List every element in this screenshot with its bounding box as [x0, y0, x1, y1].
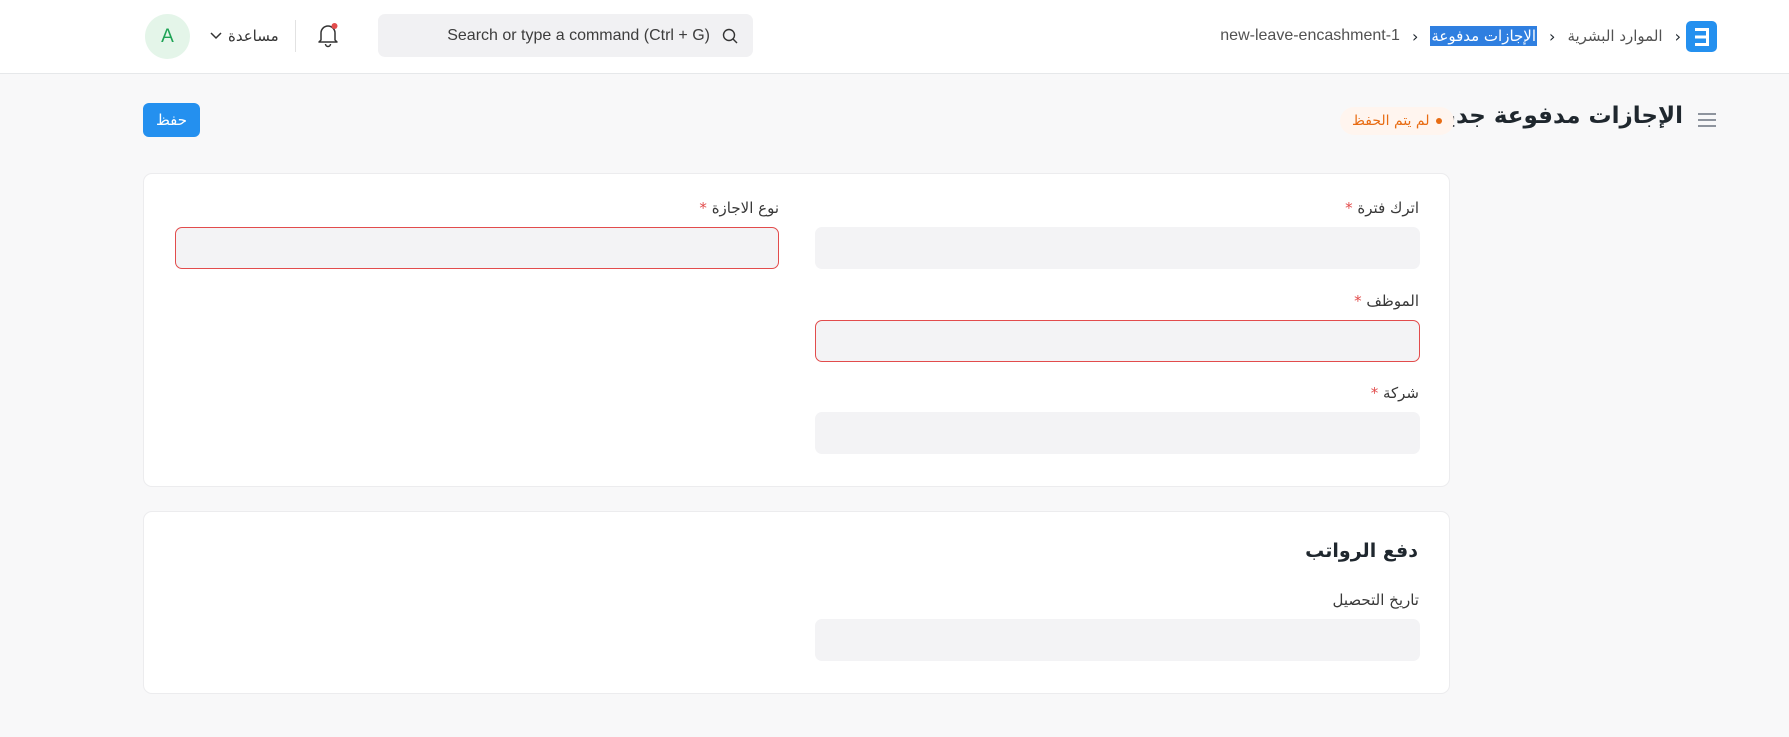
- search-icon: [722, 28, 738, 43]
- sidebar-toggle-icon[interactable]: [1697, 110, 1717, 130]
- status-badge: لم يتم الحفظ: [1340, 107, 1454, 135]
- leave-type-label: نوع الاجازة *: [699, 199, 779, 217]
- chevron-icon: ›: [1549, 26, 1556, 46]
- search-bar[interactable]: Search or type a command (Ctrl + G): [378, 14, 753, 57]
- page-title: الإجازات مدفوعة جديد: [1434, 103, 1683, 129]
- employee-label: الموظف *: [1354, 292, 1419, 310]
- app-logo[interactable]: [1686, 21, 1717, 52]
- help-dropdown[interactable]: مساعدة: [210, 23, 279, 49]
- logo-icon: [1694, 27, 1709, 46]
- leave-period-input[interactable]: [815, 227, 1420, 269]
- encashment-date-label: تاريخ التحصيل: [1332, 591, 1419, 609]
- company-label: شركة *: [1370, 384, 1419, 402]
- navbar: › الموارد البشرية › الإجازات مدفوعة › ne…: [0, 0, 1789, 74]
- company-input[interactable]: [815, 412, 1420, 454]
- leave-type-input[interactable]: [175, 227, 779, 269]
- payroll-section: دفع الرواتب تاريخ التحصيل: [143, 511, 1450, 694]
- avatar[interactable]: A: [145, 14, 190, 59]
- search-input[interactable]: Search or type a command (Ctrl + G): [447, 27, 710, 45]
- help-label: مساعدة: [228, 27, 279, 45]
- notification-bell-icon[interactable]: [316, 22, 340, 48]
- navbar-divider: [295, 20, 296, 52]
- save-button[interactable]: حفظ: [143, 103, 200, 137]
- encashment-date-input[interactable]: [815, 619, 1420, 661]
- section-title: دفع الرواتب: [1305, 540, 1418, 562]
- chevron-down-icon: [210, 32, 222, 40]
- breadcrumb-document[interactable]: new-leave-encashment-1: [1220, 27, 1400, 45]
- status-dot-icon: [1435, 118, 1442, 124]
- status-text: لم يتم الحفظ: [1352, 113, 1430, 129]
- leave-period-label: اترك فترة *: [1345, 199, 1419, 217]
- breadcrumb: › الموارد البشرية › الإجازات مدفوعة › ne…: [1220, 23, 1681, 49]
- employee-input[interactable]: [815, 320, 1420, 362]
- breadcrumb-hr[interactable]: الموارد البشرية: [1567, 27, 1662, 45]
- chevron-icon: ›: [1411, 26, 1419, 46]
- breadcrumb-leave-encashment[interactable]: الإجازات مدفوعة: [1430, 26, 1538, 46]
- chevron-icon: ›: [1674, 26, 1681, 46]
- details-section: اترك فترة * الموظف * شركة * نوع الاجازة …: [143, 173, 1450, 487]
